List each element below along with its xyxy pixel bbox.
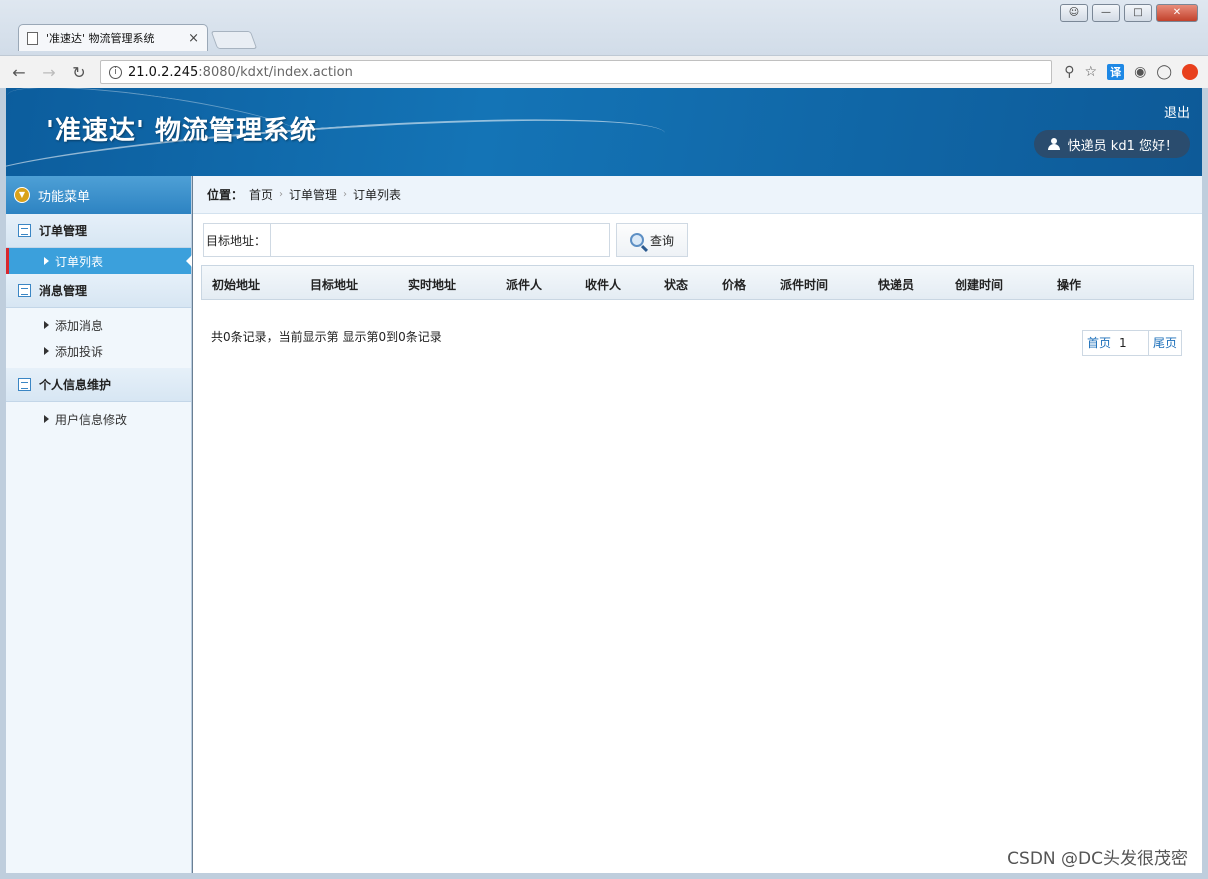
calendar-icon — [18, 378, 31, 391]
sidebar-item-order-list[interactable]: 订单列表 — [6, 248, 192, 274]
user-icon — [1047, 138, 1060, 150]
sidebar-heading-label: 功能菜单 — [38, 189, 91, 205]
profile-icon[interactable]: ☺ — [1060, 4, 1088, 22]
app-title: '准速达' 物流管理系统 — [46, 116, 317, 146]
sidebar: ▼ 功能菜单 订单管理 订单列表 消息管理 添加消息 添加投诉 个人信息维护 用… — [6, 176, 192, 873]
new-tab-button[interactable] — [210, 31, 258, 49]
caret-right-icon — [44, 257, 49, 265]
window-controls: ☺ — □ ✕ — [1060, 4, 1198, 22]
document-icon — [27, 31, 38, 45]
column-header: 派件人 — [506, 278, 543, 292]
translate-icon[interactable]: 译 — [1107, 64, 1125, 80]
sidebar-group-label: 消息管理 — [39, 284, 88, 298]
breadcrumb-label: 位置： — [207, 188, 244, 202]
sidebar-group-label: 个人信息维护 — [39, 378, 112, 392]
sidebar-item-label: 订单列表 — [55, 254, 104, 269]
breadcrumb-home[interactable]: 首页 — [249, 186, 273, 203]
sidebar-group-profile[interactable]: 个人信息维护 — [6, 368, 191, 402]
window-frame-right — [1202, 88, 1208, 879]
sidebar-sublist-profile: 用户信息修改 — [6, 402, 191, 436]
current-page: 1 — [1115, 331, 1149, 355]
search-button[interactable]: 查询 — [616, 223, 689, 257]
column-header: 创建时间 — [955, 278, 1004, 292]
sidebar-item-label: 添加投诉 — [55, 344, 104, 359]
first-page-link[interactable]: 首页 — [1083, 331, 1115, 355]
column-header: 状态 — [664, 278, 689, 292]
star-icon[interactable]: ☆ — [1085, 64, 1098, 80]
minimize-button[interactable]: — — [1092, 4, 1120, 22]
pager-info: 共0条记录，当前显示第 显示第0到0条记录 — [211, 330, 442, 344]
sidebar-item-add-message[interactable]: 添加消息 — [6, 312, 191, 338]
last-page-link[interactable]: 尾页 — [1149, 331, 1181, 355]
forward-button[interactable]: → — [40, 63, 58, 82]
table-header: 初始地址 目标地址 实时地址 派件人 收件人 状态 价格 派件时间 快递员 创建… — [201, 265, 1194, 300]
column-header: 派件时间 — [780, 278, 829, 292]
breadcrumb-separator-icon: › — [343, 189, 348, 200]
magnifier-icon — [630, 233, 644, 247]
extension-icon[interactable]: ◉ — [1134, 64, 1146, 80]
sidebar-item-add-complaint[interactable]: 添加投诉 — [6, 338, 191, 364]
toolbar-icons: ⚲ ☆ 译 ◉ ◯ — [1064, 64, 1198, 80]
user-greeting: 快递员 kd1 您好！ — [1033, 130, 1190, 158]
column-header: 操作 — [1057, 278, 1082, 292]
watermark: CSDN @DC头发很茂密 — [1007, 849, 1188, 869]
caret-right-icon — [44, 347, 49, 355]
address-bar[interactable]: i 21.0.2.245:8080/kdxt/index.action — [100, 60, 1053, 84]
reload-button[interactable]: ↻ — [70, 63, 88, 82]
browser-chrome: '准速达' 物流管理系统 × ☺ — □ ✕ ← → ↻ i 21.0.2.24… — [0, 0, 1208, 88]
column-header: 快递员 — [878, 278, 915, 292]
column-header: 价格 — [722, 278, 747, 292]
info-icon[interactable]: i — [109, 65, 122, 79]
user-greeting-text: 快递员 kd1 您好！ — [1067, 138, 1178, 154]
url-path: :8080/kdxt/index.action — [198, 64, 353, 80]
window-frame-bottom — [0, 873, 1208, 879]
close-window-button[interactable]: ✕ — [1156, 4, 1198, 22]
back-button[interactable]: ← — [10, 63, 28, 82]
sidebar-group-messages[interactable]: 消息管理 — [6, 274, 191, 308]
column-header: 收件人 — [585, 278, 622, 292]
list-icon — [18, 224, 31, 237]
breadcrumb-order-list: 订单列表 — [353, 188, 402, 202]
sidebar-item-label: 添加消息 — [55, 318, 104, 333]
sidebar-heading: ▼ 功能菜单 — [6, 176, 191, 214]
sidebar-group-orders[interactable]: 订单管理 — [6, 214, 191, 248]
calendar-icon — [18, 284, 31, 297]
pagination: 首页 1 尾页 — [1081, 330, 1182, 356]
breadcrumb-orders[interactable]: 订单管理 — [289, 186, 337, 203]
column-header: 初始地址 — [212, 278, 261, 292]
logout-link[interactable]: 退出 — [1164, 102, 1190, 121]
tab-close-icon[interactable]: × — [188, 31, 199, 46]
extension-circle-icon[interactable]: ◯ — [1156, 64, 1172, 80]
caret-right-icon — [44, 321, 49, 329]
chevron-down-icon: ▼ — [14, 187, 30, 203]
browser-toolbar: ← → ↻ i 21.0.2.245:8080/kdxt/index.actio… — [0, 55, 1208, 88]
maximize-button[interactable]: □ — [1124, 4, 1152, 22]
column-header: 目标地址 — [310, 278, 359, 292]
column-header: 实时地址 — [408, 278, 457, 292]
browser-tab[interactable]: '准速达' 物流管理系统 × — [18, 24, 208, 51]
app-header: '准速达' 物流管理系统 退出 快递员 kd1 您好！ — [6, 88, 1202, 176]
main-content: 位置： 首页 › 订单管理 › 订单列表 目标地址： 查询 初始地址 目标地址 … — [193, 176, 1202, 873]
tab-title: '准速达' 物流管理系统 — [46, 32, 155, 45]
breadcrumb-separator-icon: › — [279, 189, 284, 200]
url-host: 21.0.2.245 — [128, 64, 199, 80]
sidebar-item-edit-user[interactable]: 用户信息修改 — [6, 406, 191, 432]
search-row: 目标地址： 查询 — [203, 223, 689, 257]
sidebar-item-label: 用户信息修改 — [55, 412, 128, 427]
breadcrumb: 位置： 首页 › 订单管理 › 订单列表 — [193, 176, 1202, 214]
destination-search-input[interactable] — [270, 223, 611, 257]
caret-right-icon — [44, 415, 49, 423]
key-icon[interactable]: ⚲ — [1064, 64, 1074, 80]
sidebar-sublist-messages: 添加消息 添加投诉 — [6, 308, 191, 368]
search-button-label: 查询 — [650, 233, 675, 248]
search-label: 目标地址： — [203, 223, 271, 257]
extension-red-icon[interactable] — [1182, 64, 1198, 80]
sidebar-group-label: 订单管理 — [39, 224, 88, 238]
